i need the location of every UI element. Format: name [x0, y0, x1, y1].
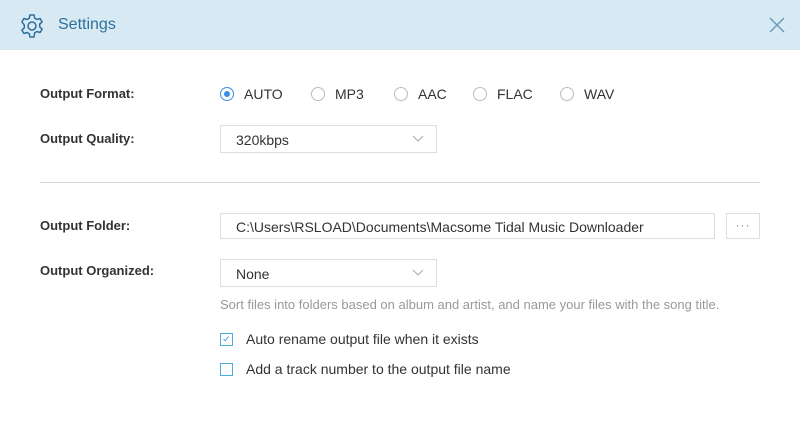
auto-rename-checkbox[interactable]: Auto rename output file when it exists — [220, 331, 479, 347]
output-format-label: Output Format: — [40, 86, 135, 101]
radio-label: AAC — [418, 86, 447, 102]
radio-aac[interactable]: AAC — [394, 86, 447, 102]
checkbox-label: Add a track number to the output file na… — [246, 361, 511, 377]
checkbox-label: Auto rename output file when it exists — [246, 331, 479, 347]
chevron-down-icon — [412, 135, 424, 142]
output-organized-select[interactable]: None — [220, 259, 437, 287]
checkbox-checked — [220, 332, 233, 346]
dialog-header: Settings — [0, 0, 800, 50]
check-icon — [223, 335, 229, 341]
radio-auto[interactable]: AUTO — [220, 86, 283, 102]
radio-circle — [473, 87, 487, 101]
browse-folder-button[interactable]: ··· — [726, 213, 760, 239]
radio-circle — [311, 87, 325, 101]
radio-circle — [220, 87, 234, 101]
close-icon[interactable] — [768, 16, 786, 34]
radio-label: AUTO — [244, 86, 283, 102]
organized-hint: Sort files into folders based on album a… — [220, 297, 720, 312]
radio-circle — [560, 87, 574, 101]
track-number-checkbox[interactable]: Add a track number to the output file na… — [220, 361, 511, 377]
dialog-title: Settings — [58, 16, 116, 33]
output-quality-label: Output Quality: — [40, 131, 135, 146]
output-folder-input[interactable]: C:\Users\RSLOAD\Documents\Macsome Tidal … — [220, 213, 715, 239]
radio-label: WAV — [584, 86, 615, 102]
gear-icon — [21, 14, 43, 38]
radio-circle — [394, 87, 408, 101]
radio-flac[interactable]: FLAC — [473, 86, 533, 102]
radio-label: MP3 — [335, 86, 364, 102]
select-value: None — [236, 266, 270, 282]
output-quality-select[interactable]: 320kbps — [220, 125, 437, 153]
output-organized-label: Output Organized: — [40, 263, 155, 278]
select-value: 320kbps — [236, 132, 289, 148]
checkbox-unchecked — [220, 362, 233, 376]
radio-label: FLAC — [497, 86, 533, 102]
radio-mp3[interactable]: MP3 — [311, 86, 364, 102]
output-folder-label: Output Folder: — [40, 218, 131, 233]
chevron-down-icon — [412, 269, 424, 276]
radio-wav[interactable]: WAV — [560, 86, 614, 102]
divider — [40, 182, 760, 183]
